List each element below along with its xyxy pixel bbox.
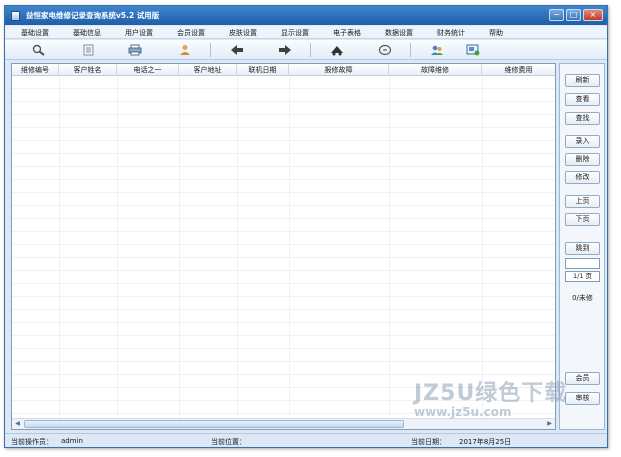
page-number-input[interactable]	[565, 258, 600, 269]
column-header-customer-name[interactable]: 客户姓名	[59, 64, 117, 76]
column-header-fault-repair[interactable]: 故障维修	[389, 64, 482, 76]
toolbar-separator	[310, 43, 311, 57]
maximize-button[interactable]: □	[566, 9, 581, 21]
menu-basic-settings[interactable]: 基础设置	[21, 28, 49, 38]
page-indicator: 1/1 页	[565, 271, 600, 282]
column-divider	[289, 76, 290, 418]
column-divider	[237, 76, 238, 418]
menu-skin-settings[interactable]: 皮肤设置	[229, 28, 257, 38]
table-header: 维修编号 客户姓名 电话之一 客户地址 联机日期 报修故障 故障维修 维修费用	[12, 64, 555, 76]
operator-label: 当前操作员：	[11, 438, 53, 446]
window-title: 益恒家电维修记录查询系统v5.2 试用版	[26, 11, 160, 20]
scrollbar-thumb[interactable]	[24, 420, 404, 428]
toolbar-separator	[410, 43, 411, 57]
svg-text:=: =	[382, 47, 387, 54]
column-header-date[interactable]: 联机日期	[237, 64, 289, 76]
prev-page-button[interactable]: 上页	[565, 195, 600, 208]
view-button[interactable]: 查看	[565, 93, 600, 106]
site-watermark: JZ5U绿色下载 www.jz5u.com	[414, 375, 568, 421]
print-tool-icon[interactable]	[127, 43, 143, 57]
gear-tool-icon[interactable]: =	[377, 43, 393, 57]
toolbar: =	[5, 40, 607, 60]
menu-basic-info[interactable]: 基础信息	[73, 28, 101, 38]
scissors-tool-icon[interactable]	[329, 43, 345, 57]
status-bar: 当前操作员： admin 当前位置： 当前日期： 2017年8月25日	[5, 433, 607, 447]
close-button[interactable]: ×	[583, 9, 603, 21]
column-divider	[179, 76, 180, 418]
users-tool-icon[interactable]	[429, 43, 445, 57]
date-label: 当前日期：	[411, 438, 446, 446]
menu-finance-stats[interactable]: 财务统计	[437, 28, 465, 38]
menu-display-settings[interactable]: 显示设置	[281, 28, 309, 38]
back-arrow-icon[interactable]	[229, 43, 245, 57]
menu-spreadsheet[interactable]: 电子表格	[333, 28, 361, 38]
table-body[interactable]	[12, 76, 555, 418]
audit-button[interactable]: 审核	[565, 392, 600, 405]
search-button[interactable]: 查找	[565, 112, 600, 125]
column-divider	[482, 76, 483, 418]
column-header-address[interactable]: 客户地址	[179, 64, 237, 76]
next-page-button[interactable]: 下页	[565, 213, 600, 226]
menu-member-settings[interactable]: 会员设置	[177, 28, 205, 38]
watermark-line2: www.jz5u.com	[414, 405, 512, 419]
current-date: 2017年8月25日	[459, 438, 512, 446]
toolbar-separator	[210, 43, 211, 57]
jump-button[interactable]: 跳到	[565, 242, 600, 255]
minimize-button[interactable]: −	[549, 9, 564, 21]
operator-name: admin	[61, 437, 83, 445]
report-tool-icon[interactable]	[81, 43, 97, 57]
scroll-left-icon[interactable]: ◀	[12, 419, 23, 429]
export-tool-icon[interactable]	[465, 43, 481, 57]
delete-button[interactable]: 删除	[565, 153, 600, 166]
add-record-button[interactable]: 录入	[565, 135, 600, 148]
column-divider	[389, 76, 390, 418]
watermark-line1: JZ5U绿色下载	[414, 381, 568, 406]
menu-user-settings[interactable]: 用户设置	[125, 28, 153, 38]
menu-data-settings[interactable]: 数据设置	[385, 28, 413, 38]
user-tool-icon[interactable]	[177, 43, 193, 57]
column-divider	[59, 76, 60, 418]
column-header-repair-id[interactable]: 维修编号	[12, 64, 59, 76]
column-divider	[117, 76, 118, 418]
action-panel: 刷新 查看 查找 录入 删除 修改 上页 下页 跳到 1/1 页 0/未修 会员…	[559, 63, 605, 430]
forward-arrow-icon[interactable]	[277, 43, 293, 57]
column-header-reported-fault[interactable]: 报修故障	[289, 64, 389, 76]
column-header-repair-fee[interactable]: 维修费用	[482, 64, 555, 76]
window-controls: − □ ×	[549, 9, 603, 21]
column-header-phone[interactable]: 电话之一	[117, 64, 179, 76]
location-label: 当前位置：	[211, 438, 246, 446]
menu-bar: 基础设置 基础信息 用户设置 会员设置 皮肤设置 显示设置 电子表格 数据设置 …	[5, 26, 607, 39]
pending-count: 0/未修	[572, 294, 593, 302]
menu-help[interactable]: 帮助	[489, 28, 503, 38]
edit-button[interactable]: 修改	[565, 171, 600, 184]
title-bar[interactable]: 益恒家电维修记录查询系统v5.2 试用版 − □ ×	[5, 6, 607, 25]
app-icon	[11, 10, 20, 21]
refresh-button[interactable]: 刷新	[565, 74, 600, 87]
search-tool-icon[interactable]	[31, 43, 47, 57]
member-button[interactable]: 会员	[565, 372, 600, 385]
